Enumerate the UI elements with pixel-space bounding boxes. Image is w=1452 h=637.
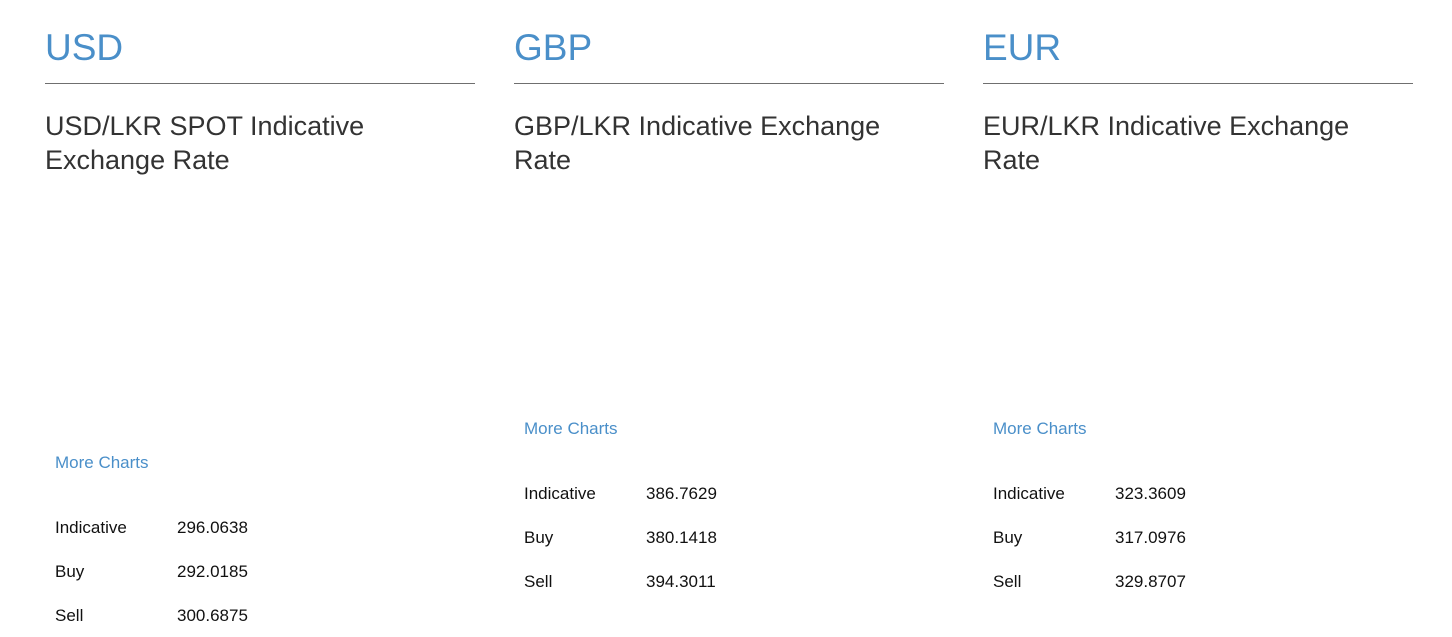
- usd-panel: USD USD/LKR SPOT Indicative Exchange Rat…: [45, 0, 475, 637]
- eur-panel: EUR EUR/LKR Indicative Exchange Rate Mor…: [983, 0, 1413, 637]
- indicative-label: Indicative: [55, 518, 127, 537]
- indicative-value: 386.7629: [646, 484, 717, 503]
- indicative-value: 296.0638: [177, 518, 248, 537]
- sell-value: 329.8707: [1115, 572, 1186, 591]
- more-charts-link[interactable]: More Charts: [55, 453, 149, 473]
- table-row: Buy 380.1418: [524, 516, 766, 560]
- table-row: Buy 292.0185: [55, 550, 297, 594]
- sell-label: Sell: [993, 572, 1022, 591]
- table-row: Indicative 296.0638: [55, 506, 297, 550]
- buy-value: 292.0185: [177, 562, 248, 581]
- gbp-panel: GBP GBP/LKR Indicative Exchange Rate Mor…: [514, 0, 944, 637]
- exchange-rates-page: USD USD/LKR SPOT Indicative Exchange Rat…: [0, 0, 1452, 637]
- table-row: Sell 394.3011: [524, 560, 766, 604]
- divider: [45, 83, 475, 84]
- sell-value: 300.6875: [177, 606, 248, 625]
- divider: [983, 83, 1413, 84]
- divider: [514, 83, 944, 84]
- indicative-label: Indicative: [524, 484, 596, 503]
- table-row: Indicative 323.3609: [993, 472, 1235, 516]
- sell-value: 394.3011: [646, 572, 716, 591]
- table-row: Buy 317.0976: [993, 516, 1235, 560]
- currency-title: GBP: [514, 27, 593, 68]
- more-charts-link[interactable]: More Charts: [524, 419, 618, 439]
- buy-label: Buy: [524, 528, 554, 547]
- buy-label: Buy: [55, 562, 85, 581]
- rate-subtitle: GBP/LKR Indicative Exchange Rate: [514, 111, 881, 175]
- table-row: Sell 300.6875: [55, 594, 297, 637]
- rates-table: Indicative 296.0638 Buy 292.0185 Sell 30…: [55, 506, 297, 637]
- sell-label: Sell: [55, 606, 84, 625]
- table-row: Sell 329.8707: [993, 560, 1235, 604]
- buy-label: Buy: [993, 528, 1023, 547]
- table-row: Indicative 386.7629: [524, 472, 766, 516]
- indicative-value: 323.3609: [1115, 484, 1186, 503]
- buy-value: 317.0976: [1115, 528, 1186, 547]
- currency-title: EUR: [983, 27, 1062, 68]
- rate-subtitle: EUR/LKR Indicative Exchange Rate: [983, 111, 1350, 175]
- rates-table: Indicative 323.3609 Buy 317.0976 Sell 32…: [993, 472, 1235, 604]
- sell-label: Sell: [524, 572, 553, 591]
- rates-table: Indicative 386.7629 Buy 380.1418 Sell 39…: [524, 472, 766, 604]
- more-charts-link[interactable]: More Charts: [993, 419, 1087, 439]
- buy-value: 380.1418: [646, 528, 717, 547]
- rate-subtitle: USD/LKR SPOT Indicative Exchange Rate: [45, 111, 365, 175]
- indicative-label: Indicative: [993, 484, 1065, 503]
- currency-title: USD: [45, 27, 124, 68]
